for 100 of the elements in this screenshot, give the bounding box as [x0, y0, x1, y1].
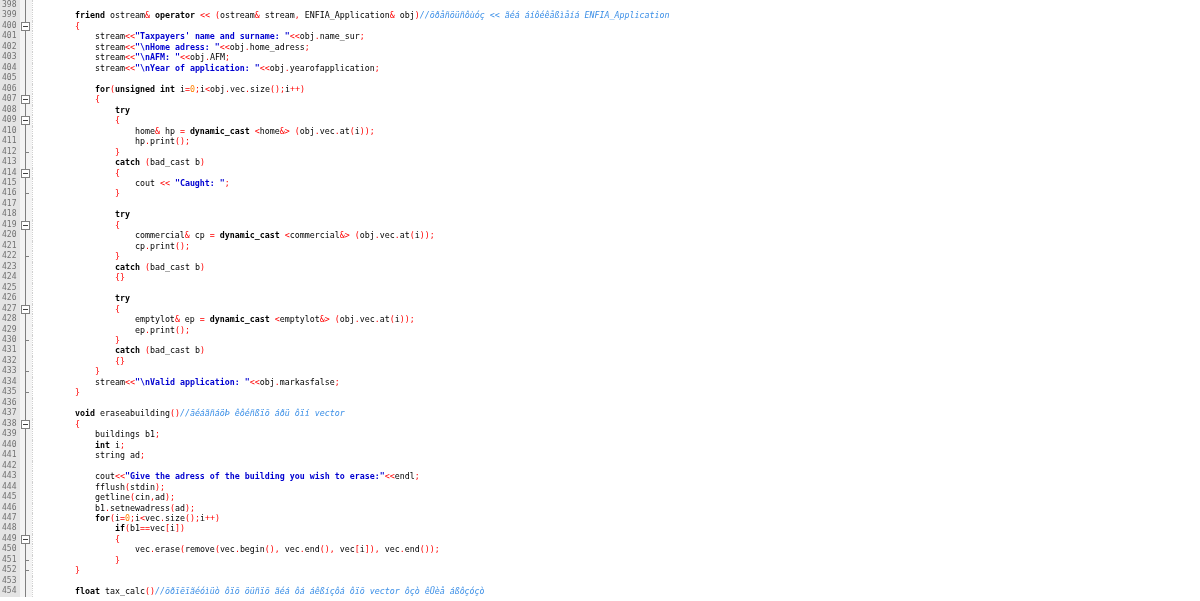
line-number: 426: [0, 293, 20, 304]
line-number: 402: [0, 41, 20, 53]
code-line: {: [114, 303, 120, 315]
line-number: 447: [0, 512, 20, 524]
line-number: 450: [0, 544, 20, 555]
line-number: 418: [0, 209, 20, 220]
code-line: if(b1==vec[i]): [114, 523, 185, 534]
code-line: {: [114, 219, 120, 231]
code-line: {: [94, 94, 100, 105]
line-number: 449: [0, 533, 20, 545]
line-number: 433: [0, 366, 20, 377]
code-line: stream<<"Taxpayers' name and surname: "<<obj.name_sur;: [94, 31, 365, 42]
line-number: 441: [0, 450, 20, 461]
code-line: friend ostream& operator << (ostream& stream, ENFIA_Application& obj)//õðåñöüñôùóç << ãéá áíôéêåßìåíá ENFIA_Application: [74, 10, 670, 21]
code-line: {: [114, 533, 120, 545]
line-number: 436: [0, 397, 20, 409]
code-line: cout << "Caught: ";: [134, 177, 230, 189]
line-number: 444: [0, 481, 20, 493]
code-line: for(unsigned int i=0;i<obj.vec.size();i++): [94, 83, 305, 95]
line-number: 427: [0, 303, 20, 315]
line-number: 409: [0, 115, 20, 126]
line-number: 415: [0, 177, 20, 189]
code-line: {: [114, 115, 120, 126]
code-line: emptylot& ep = dynamic_cast <emptylot&> (obj.vec.at(i));: [134, 314, 415, 325]
code-line: }: [74, 387, 80, 398]
code-line: try: [114, 293, 130, 304]
line-number: 438: [0, 418, 20, 430]
line-number: 405: [0, 73, 20, 84]
code-line: }: [114, 554, 120, 566]
line-number: 422: [0, 251, 20, 262]
code-line: {: [74, 418, 80, 430]
code-line: catch (bad_cast b): [114, 261, 205, 273]
code-line: b1.setnewadress(ad);: [94, 502, 195, 513]
code-line: void eraseabuilding()//äéáãñáöÞ êôéñßïõ áðü ôïí vector: [74, 408, 345, 419]
line-number: 428: [0, 314, 20, 325]
line-number: 443: [0, 471, 20, 482]
code-line: home& hp = dynamic_cast <home&> (obj.vec.at(i));: [134, 125, 375, 137]
code-line: }: [114, 335, 120, 346]
line-number: 430: [0, 335, 20, 346]
code-line: }: [114, 188, 120, 199]
code-line: }: [74, 565, 80, 576]
line-number: 407: [0, 94, 20, 105]
line-number: 448: [0, 523, 20, 534]
line-number: 412: [0, 146, 20, 158]
line-number: 431: [0, 345, 20, 356]
line-number: 401: [0, 31, 20, 42]
line-number: 454: [0, 586, 20, 597]
line-number: 440: [0, 439, 20, 451]
line-number: 423: [0, 261, 20, 273]
line-number: 403: [0, 52, 20, 63]
code-line: getline(cin,ad);: [94, 492, 175, 503]
line-number: 416: [0, 188, 20, 199]
line-number: 421: [0, 240, 20, 252]
line-number: 437: [0, 408, 20, 419]
code-line: hp.print();: [134, 136, 190, 147]
line-number: 410: [0, 125, 20, 137]
code-line: int i;: [94, 439, 125, 451]
line-number: 399: [0, 10, 20, 21]
code-line: stream<<"\nAFM: "<<obj.AFM;: [94, 52, 230, 63]
code-line: commercial& cp = dynamic_cast <commercial&> (obj.vec.at(i));: [134, 230, 435, 241]
line-number: 432: [0, 355, 20, 367]
code-line: cp.print();: [134, 240, 190, 252]
line-number: 400: [0, 20, 20, 32]
line-number: 434: [0, 376, 20, 388]
line-number: 424: [0, 272, 20, 283]
line-number: 411: [0, 136, 20, 147]
line-number: 398: [0, 0, 20, 11]
line-number: 452: [0, 565, 20, 576]
code-line: {: [114, 167, 120, 178]
code-line: fflush(stdin);: [94, 481, 165, 493]
code-line: {}: [114, 272, 125, 283]
code-line: buildings b1;: [94, 429, 160, 440]
code-line: }: [114, 146, 120, 158]
code-line: vec.erase(remove(vec.begin(), vec.end(), vec[i]), vec.end());: [134, 544, 440, 555]
code-line: }: [94, 366, 100, 377]
code-line: {}: [114, 355, 125, 367]
code-line: stream<<"\nHome adress: "<<obj.home_adress;: [94, 41, 310, 53]
code-line: cout<<"Give the adress of the building you wish to erase:"<<endl;: [94, 471, 420, 482]
code-line: }: [114, 251, 120, 262]
code-line: for(i=0;i<vec.size();i++): [94, 512, 220, 523]
line-number: 439: [0, 429, 20, 440]
line-number: 417: [0, 198, 20, 210]
line-number: 442: [0, 460, 20, 472]
code-line: string ad;: [94, 450, 145, 461]
line-number: 404: [0, 62, 20, 74]
code-line: float tax_calc()//õðïëïãéóìüò ôïõ öüñïõ ãéá ôá áêßíçôá ôïõ vector ôçò êÜèå áßôçóçò: [74, 586, 485, 597]
code-line: catch (bad_cast b): [114, 345, 205, 356]
line-number: 451: [0, 554, 20, 566]
code-line: stream<<"\nYear of application: "<<obj.yearofapplication;: [94, 62, 380, 74]
code-line: try: [114, 209, 130, 220]
line-number: 425: [0, 282, 20, 294]
line-number: 419: [0, 219, 20, 231]
line-number: 445: [0, 492, 20, 503]
code-line: {: [74, 20, 80, 32]
code-line: stream<<"\nValid application: "<<obj.markasfalse;: [94, 376, 340, 388]
line-number: 406: [0, 83, 20, 95]
line-number: 408: [0, 104, 20, 116]
code-line: try: [114, 104, 130, 116]
code-line: catch (bad_cast b): [114, 157, 205, 168]
line-number: 414: [0, 167, 20, 178]
